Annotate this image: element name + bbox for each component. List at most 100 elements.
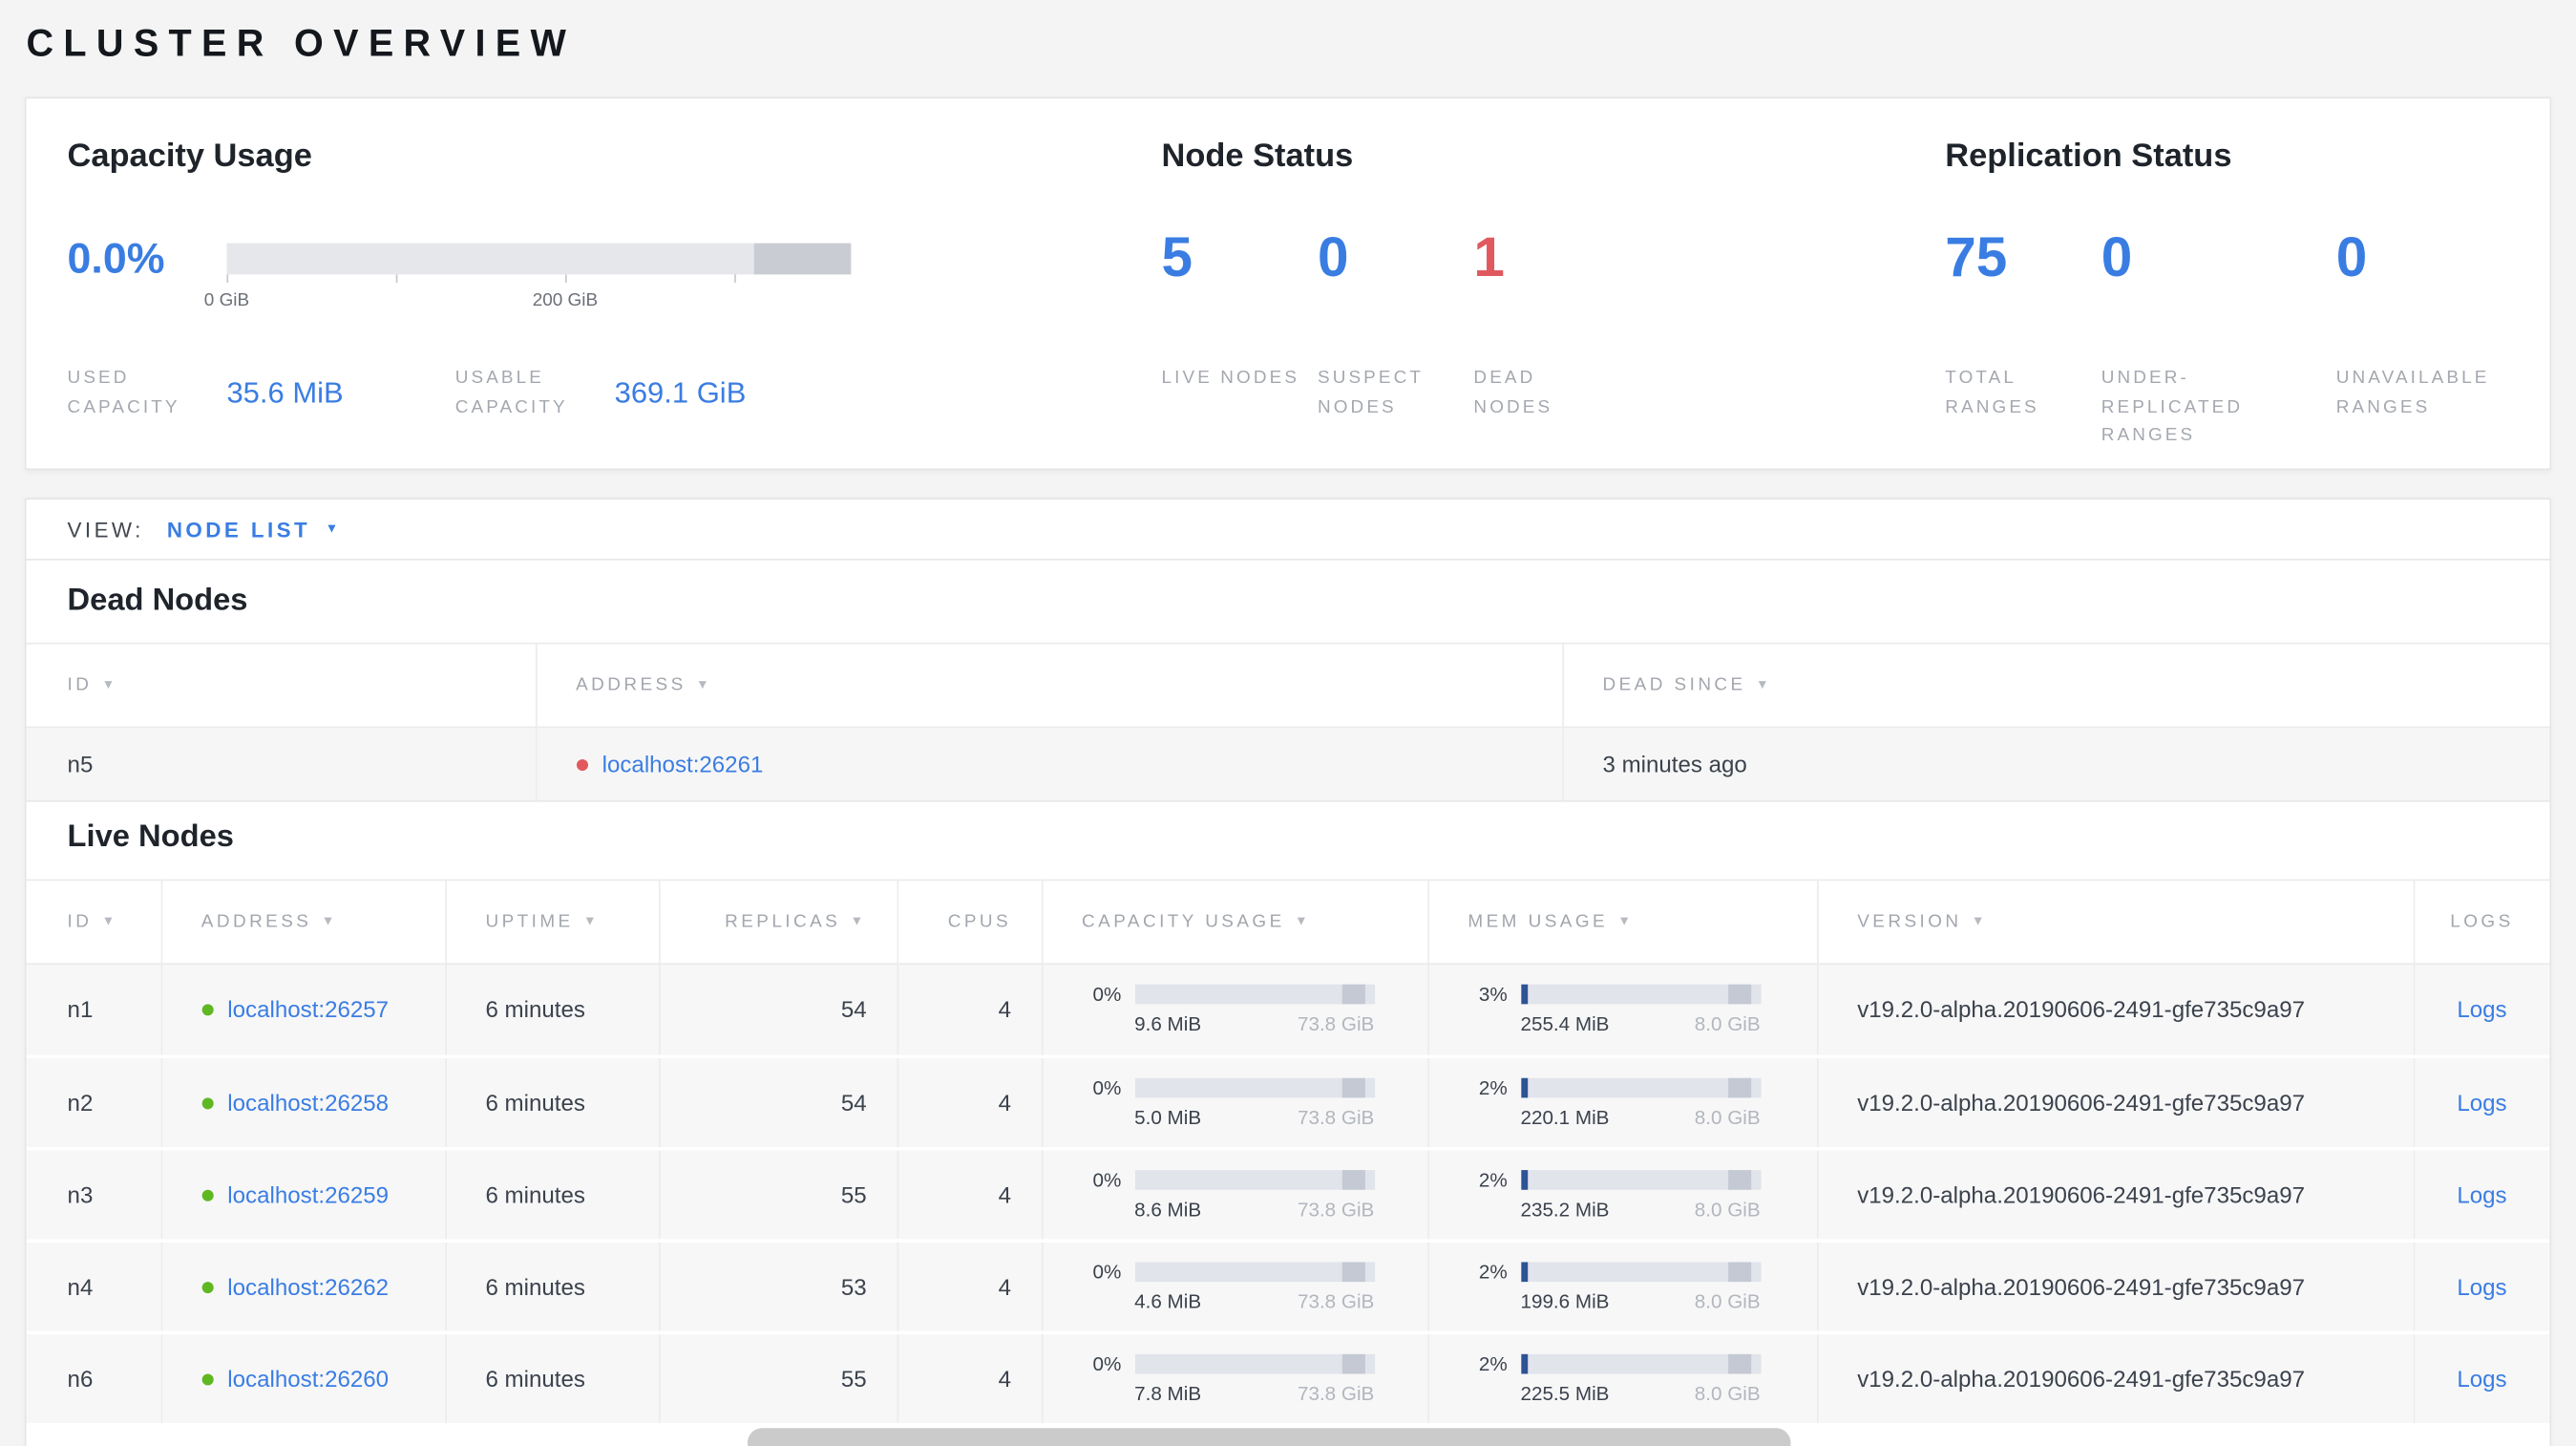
logs-cell: Logs: [2412, 1331, 2550, 1426]
dead-column-header-id[interactable]: ID: [26, 642, 536, 729]
nodes-card: VIEW: NODE LIST Dead Nodes ID ADDRESS DE…: [24, 498, 2552, 1446]
capacity-total-value: 73.8 GiB: [1297, 1012, 1375, 1036]
mem-percent: 2%: [1478, 1075, 1508, 1099]
node-id-cell: n3: [26, 1147, 161, 1242]
node-id-cell: n4: [26, 1240, 161, 1334]
live-status-dot: [201, 1281, 213, 1293]
total-ranges-stat: 75 TOTAL RANGES: [1945, 230, 2101, 452]
dead-since-cell: 3 minutes ago: [1561, 727, 2550, 802]
live-node-row: n4 localhost:26262 6 minutes 53 4 0% 4.6…: [26, 1240, 2550, 1334]
replication-status-heading: Replication Status: [1945, 138, 2232, 175]
node-address-link[interactable]: localhost:26260: [227, 1365, 389, 1392]
capacity-usage-bar: [1134, 985, 1375, 1005]
mem-usage-cell: 2% 220.1 MiB 8.0 GiB: [1426, 1055, 1818, 1150]
capacity-total-value: 73.8 GiB: [1297, 1381, 1375, 1405]
node-address-cell: localhost:26261: [535, 727, 1563, 802]
mem-usage-bar: [1520, 1169, 1761, 1189]
capacity-usage-marker: [1341, 1352, 1365, 1373]
capacity-used-value: 7.8 MiB: [1134, 1381, 1202, 1405]
column-header-id[interactable]: ID: [26, 879, 161, 966]
capacity-percent: 0%: [1092, 1259, 1122, 1283]
mem-percent: 2%: [1478, 1259, 1508, 1283]
sort-desc-icon: [102, 912, 118, 932]
mem-usage-cell: 2% 235.2 MiB 8.0 GiB: [1426, 1147, 1818, 1242]
capacity-usage-marker: [1341, 1169, 1365, 1189]
capacity-used-value: 4.6 MiB: [1134, 1288, 1202, 1312]
capacity-total-value: 73.8 GiB: [1297, 1197, 1375, 1221]
live-status-dot: [201, 1188, 213, 1201]
node-address-link[interactable]: localhost:26258: [227, 1089, 389, 1116]
node-address-link[interactable]: localhost:26261: [602, 751, 764, 777]
capacity-used-value: 5.0 MiB: [1134, 1105, 1202, 1129]
horizontal-scrollbar-thumb[interactable]: [747, 1428, 1791, 1446]
mem-usage-cell: 2% 225.5 MiB 8.0 GiB: [1426, 1331, 1818, 1426]
dead-node-row: n5 localhost:26261 3 minutes ago: [26, 727, 2550, 802]
capacity-total-value: 73.8 GiB: [1297, 1105, 1375, 1129]
axis-tick: [564, 274, 567, 283]
column-header-address[interactable]: ADDRESS: [159, 879, 446, 966]
uptime-cell: 6 minutes: [444, 1147, 659, 1242]
node-id-cell: n2: [26, 1055, 161, 1150]
mem-total-value: 8.0 GiB: [1694, 1105, 1761, 1129]
live-node-row: n1 localhost:26257 6 minutes 54 4 0% 9.6…: [26, 964, 2550, 1058]
capacity-used-value: 9.6 MiB: [1134, 1012, 1202, 1036]
sort-desc-icon: [1972, 912, 1988, 932]
used-capacity-label: USED CAPACITY: [67, 368, 180, 417]
live-nodes-stat: 5 LIVE NODES: [1162, 230, 1318, 423]
under-replicated-ranges-stat: 0 UNDER-REPLICATED RANGES: [2101, 230, 2336, 452]
capacity-usage-cell: 0% 5.0 MiB 73.8 GiB: [1041, 1055, 1428, 1150]
mem-percent: 2%: [1478, 1351, 1508, 1375]
uptime-cell: 6 minutes: [444, 1055, 659, 1150]
axis-label-start: 0 GiB: [203, 290, 250, 311]
unavailable-ranges-count: 0: [2335, 226, 2368, 289]
mem-usage-marker: [1727, 1261, 1751, 1282]
capacity-percent: 0%: [1092, 1351, 1122, 1375]
dead-column-header-address[interactable]: ADDRESS: [535, 642, 1563, 729]
node-address-link[interactable]: localhost:26262: [227, 1273, 389, 1300]
column-header-replicas[interactable]: REPLICAS: [658, 879, 897, 966]
cluster-overview-page: CLUSTER OVERVIEW Capacity Usage 0.0% 0 G…: [0, 0, 2576, 1446]
logs-link[interactable]: Logs: [2457, 996, 2506, 1023]
uptime-cell: 6 minutes: [444, 964, 659, 1058]
column-header-uptime[interactable]: UPTIME: [444, 879, 659, 966]
logs-cell: Logs: [2412, 1055, 2550, 1150]
dead-nodes-heading: Dead Nodes: [67, 583, 248, 618]
axis-tick: [734, 274, 736, 283]
capacity-usage-marker: [1341, 985, 1365, 1005]
logs-link[interactable]: Logs: [2457, 1273, 2506, 1300]
mem-usage-marker: [1727, 1352, 1751, 1373]
capacity-usage-bar: [1134, 1076, 1375, 1097]
chevron-down-icon: [326, 515, 339, 544]
capacity-bar: [226, 243, 852, 275]
live-status-dot: [201, 1096, 213, 1109]
capacity-percent: 0%: [1092, 1075, 1122, 1099]
capacity-percent: 0%: [1092, 983, 1122, 1007]
dead-column-header-dead-since[interactable]: DEAD SINCE: [1561, 642, 2550, 729]
view-selector-value: NODE LIST: [166, 517, 311, 542]
mem-used-value: 255.4 MiB: [1520, 1012, 1610, 1036]
under-replicated-ranges-count: 0: [2101, 226, 2133, 289]
capacity-axis: 0 GiB 200 GiB: [204, 274, 851, 330]
logs-link[interactable]: Logs: [2457, 1365, 2506, 1392]
column-header-logs[interactable]: LOGS: [2412, 879, 2550, 966]
live-nodes-count: 5: [1161, 226, 1193, 289]
mem-total-value: 8.0 GiB: [1694, 1381, 1761, 1405]
logs-link[interactable]: Logs: [2457, 1180, 2506, 1207]
view-selector[interactable]: VIEW: NODE LIST: [26, 500, 2550, 561]
logs-link[interactable]: Logs: [2457, 1089, 2506, 1116]
column-header-version[interactable]: VERSION: [1816, 879, 2414, 966]
node-address-link[interactable]: localhost:26257: [227, 996, 389, 1023]
cpus-cell: 4: [896, 964, 1042, 1058]
capacity-bar-marker: [753, 243, 852, 275]
dead-nodes-table: ID ADDRESS DEAD SINCE n5 localhost:26261…: [26, 642, 2550, 802]
node-address-link[interactable]: localhost:26259: [227, 1180, 389, 1207]
column-header-capacity-usage[interactable]: CAPACITY USAGE: [1041, 879, 1428, 966]
column-header-cpus[interactable]: CPUS: [896, 879, 1042, 966]
dead-nodes-count: 1: [1473, 226, 1505, 289]
column-header-mem-usage[interactable]: MEM USAGE: [1426, 879, 1818, 966]
mem-usage-fill: [1520, 985, 1528, 1005]
capacity-percent: 0.0%: [67, 233, 165, 283]
mem-percent: 3%: [1478, 983, 1508, 1007]
capacity-usage-heading: Capacity Usage: [67, 138, 312, 175]
cpus-cell: 4: [896, 1147, 1042, 1242]
